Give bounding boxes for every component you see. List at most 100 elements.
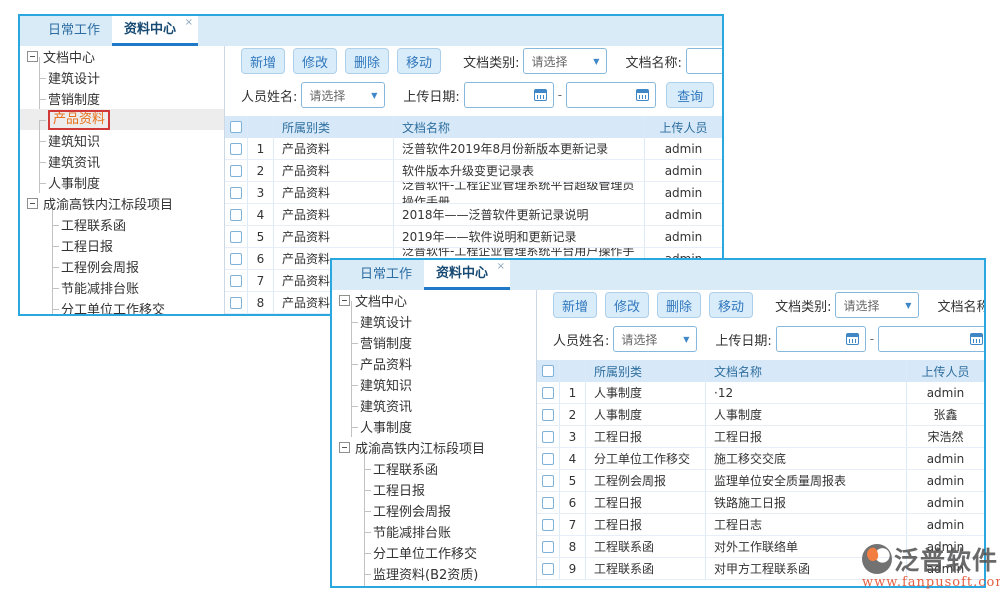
table-row[interactable]: 4分工单位工作移交施工移交交底admin [537, 448, 984, 470]
row-checkbox[interactable] [542, 453, 554, 465]
tree-root-project[interactable]: 成渝高铁内江标段项目 [27, 193, 224, 214]
tree-root-project[interactable]: 成渝高铁内江标段项目 [339, 437, 536, 458]
date-to-input[interactable] [566, 82, 656, 108]
table-row[interactable]: 4产品资料2018年——泛普软件更新记录说明admin [225, 204, 722, 226]
table-row[interactable]: 5工程例会周报监理单位安全质量周报表admin [537, 470, 984, 492]
collapse-icon[interactable] [27, 51, 38, 62]
row-checkbox[interactable] [542, 431, 554, 443]
tab-data-center[interactable]: 资料中心 × [424, 260, 510, 290]
row-checkbox[interactable] [542, 387, 554, 399]
row-doc-name: 工程日报 [705, 426, 906, 447]
doc-name-input[interactable] [686, 48, 722, 74]
tree-item-label: 分工单位工作移交 [61, 299, 165, 314]
calendar-icon[interactable] [970, 333, 983, 345]
close-icon[interactable]: × [497, 261, 505, 273]
row-checkbox[interactable] [542, 475, 554, 487]
add-button[interactable]: 新增 [241, 48, 285, 74]
move-button[interactable]: 移动 [397, 48, 441, 74]
tree-item-jianzhusheji[interactable]: 建筑设计 [39, 67, 224, 88]
row-checkbox[interactable] [230, 165, 242, 177]
tree-item-chanpinziliao[interactable]: 产品资料 [351, 353, 536, 374]
delete-button[interactable]: 删除 [657, 292, 701, 318]
tree-root-doc-center[interactable]: 文档中心 [27, 46, 224, 67]
move-button[interactable]: 移动 [709, 292, 753, 318]
delete-button[interactable]: 删除 [345, 48, 389, 74]
table-row[interactable]: 1产品资料泛普软件2019年8月份新版本更新记录admin [225, 138, 722, 160]
tree-item-gclxh[interactable]: 工程联系函 [52, 214, 224, 235]
tree-item-gclhzb[interactable]: 工程例会周报 [364, 500, 536, 521]
select-all-checkbox[interactable] [230, 121, 242, 133]
tree-item-gclhzb[interactable]: 工程例会周报 [52, 256, 224, 277]
table-row[interactable]: 7工程日报工程日志admin [537, 514, 984, 536]
row-checkbox[interactable] [230, 209, 242, 221]
date-to-input[interactable] [878, 326, 984, 352]
row-category: 人事制度 [585, 404, 705, 425]
calendar-icon[interactable] [534, 89, 547, 101]
row-doc-name: 2018年——泛普软件更新记录说明 [393, 204, 644, 225]
person-select[interactable]: 请选择▼ [301, 82, 385, 108]
tree-item-jnjptz[interactable]: 节能减排台账 [364, 521, 536, 542]
table-row[interactable]: 6工程日报铁路施工日报admin [537, 492, 984, 514]
tree-item-yingxiaozhidu[interactable]: 营销制度 [39, 88, 224, 109]
close-icon[interactable]: × [185, 17, 193, 29]
row-checkbox[interactable] [542, 519, 554, 531]
tree-item-jianzhuzixun[interactable]: 建筑资讯 [39, 151, 224, 172]
calendar-icon[interactable] [636, 89, 649, 101]
collapse-icon[interactable] [27, 198, 38, 209]
select-all-checkbox[interactable] [542, 365, 554, 377]
row-number: 2 [247, 160, 273, 181]
category-column-header: 所属别类 [585, 360, 705, 382]
tree-item-jianzhuzhishi[interactable]: 建筑知识 [39, 130, 224, 151]
tree-item-jianzhusheji[interactable]: 建筑设计 [351, 311, 536, 332]
tab-daily-work[interactable]: 日常工作 [36, 16, 112, 46]
row-checkbox[interactable] [230, 275, 242, 287]
edit-button[interactable]: 修改 [605, 292, 649, 318]
tree-item-jianzhuzhishi[interactable]: 建筑知识 [351, 374, 536, 395]
doc-type-select[interactable]: 请选择▼ [835, 292, 919, 318]
date-from-input[interactable] [464, 82, 554, 108]
tree-item-renshizhidu[interactable]: 人事制度 [39, 172, 224, 193]
tree-item-fgdwgzyj[interactable]: 分工单位工作移交 [52, 298, 224, 314]
row-checkbox[interactable] [230, 231, 242, 243]
row-uploader: admin [906, 382, 984, 403]
tab-data-center[interactable]: 资料中心 × [112, 16, 198, 46]
row-checkbox[interactable] [542, 409, 554, 421]
table-row[interactable]: 1人事制度·12admin [537, 382, 984, 404]
table-row[interactable]: 5产品资料2019年——软件说明和更新记录admin [225, 226, 722, 248]
table-row[interactable]: 2产品资料软件版本升级变更记录表admin [225, 160, 722, 182]
tree-item-label: 建筑设计 [48, 68, 100, 87]
tree-item-jlzl-b2[interactable]: 监理资料(B2资质) [364, 563, 536, 584]
edit-button[interactable]: 修改 [293, 48, 337, 74]
tab-daily-work[interactable]: 日常工作 [348, 260, 424, 290]
tree-item-jianzhuzixun[interactable]: 建筑资讯 [351, 395, 536, 416]
collapse-icon[interactable] [339, 442, 350, 453]
search-button[interactable]: 查询 [666, 82, 714, 108]
tree-item-gcrb[interactable]: 工程日报 [364, 479, 536, 500]
row-checkbox[interactable] [230, 297, 242, 309]
table-row[interactable]: 3产品资料泛普软件-工程企业管理系统平台超级管理员操作手册admin [225, 182, 722, 204]
row-checkbox[interactable] [542, 541, 554, 553]
doc-name-column-header: 文档名称 [393, 116, 644, 138]
date-from-input[interactable] [776, 326, 866, 352]
tree-item-jnjptz[interactable]: 节能减排台账 [52, 277, 224, 298]
doc-type-select[interactable]: 请选择▼ [523, 48, 607, 74]
tree-item-renshizhidu[interactable]: 人事制度 [351, 416, 536, 437]
tree-item-selected-product-data[interactable]: 产品资料 [39, 109, 224, 130]
table-row[interactable]: 2人事制度人事制度张鑫 [537, 404, 984, 426]
tree-item-yingxiaozhidu[interactable]: 营销制度 [351, 332, 536, 353]
tree-item-fgdwgzyj[interactable]: 分工单位工作移交 [364, 542, 536, 563]
row-checkbox[interactable] [230, 187, 242, 199]
tree-root-doc-center[interactable]: 文档中心 [339, 290, 536, 311]
row-checkbox[interactable] [230, 143, 242, 155]
collapse-icon[interactable] [339, 295, 350, 306]
table-row[interactable]: 3工程日报工程日报宋浩然 [537, 426, 984, 448]
row-checkbox[interactable] [542, 497, 554, 509]
row-checkbox[interactable] [542, 563, 554, 575]
tree-item-clipped[interactable]: 监理细则(B2资质) [364, 584, 536, 586]
row-checkbox[interactable] [230, 253, 242, 265]
person-select[interactable]: 请选择▼ [613, 326, 697, 352]
calendar-icon[interactable] [846, 333, 859, 345]
tree-item-gcrb[interactable]: 工程日报 [52, 235, 224, 256]
tree-item-gclxh[interactable]: 工程联系函 [364, 458, 536, 479]
add-button[interactable]: 新增 [553, 292, 597, 318]
